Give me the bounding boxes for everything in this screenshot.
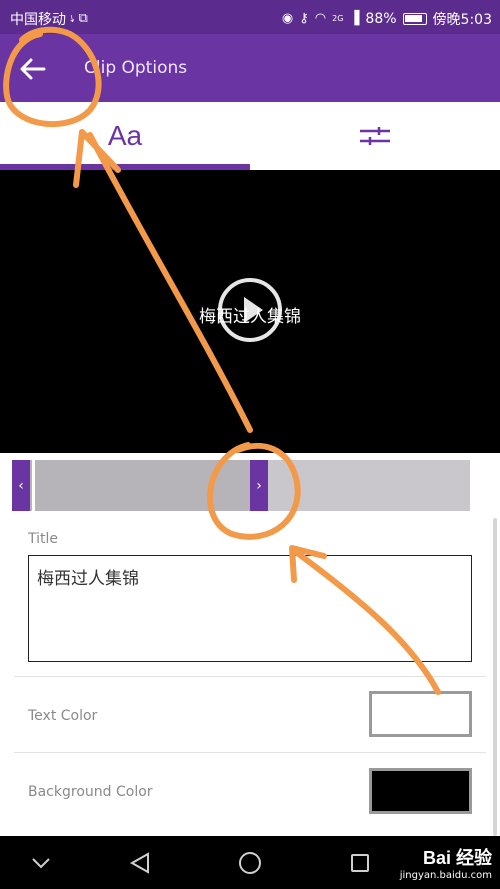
background-color-label: Background Color [28, 784, 153, 800]
sliders-icon [360, 127, 390, 145]
clock: 傍晚5:03 [432, 12, 492, 28]
clip-options-panel: Title 梅西过人集锦 Text Color Background Color [0, 518, 500, 836]
status-left: 中国移动 ⭏ ⧉ [10, 9, 88, 29]
tab-bar: Aa [0, 102, 500, 170]
back-button[interactable] [20, 54, 60, 84]
wifi-icon: ◠ [314, 11, 327, 26]
app-bar: Clip Options [0, 34, 500, 102]
title-input[interactable]: 梅西过人集锦 [28, 555, 472, 662]
chevron-right-icon: › [256, 477, 262, 494]
system-nav-bar: Bai 经验 jingyan.baidu.com [0, 836, 500, 889]
video-preview[interactable]: 梅西过人集锦 [0, 170, 500, 453]
signal-icon: ▐ [349, 11, 360, 26]
trim-handle-right[interactable]: › [250, 460, 268, 511]
status-right: ◉ ⚷ ◠ 2G ▐ 88% 傍晚5:03 [282, 9, 492, 29]
carrier-text: 中国移动 [10, 12, 66, 28]
timeline-trim-bar[interactable]: ‹ › [12, 460, 470, 511]
title-label: Title [28, 531, 59, 547]
nav-recent-button[interactable] [345, 848, 375, 878]
text-color-label: Text Color [28, 708, 98, 724]
page-title: Clip Options [84, 58, 188, 78]
watermark-url: jingyan.baidu.com [399, 870, 492, 881]
chevron-down-icon [32, 858, 50, 869]
timeline-unselected-region [268, 460, 470, 511]
text-color-swatch[interactable] [369, 691, 472, 737]
key-icon: ⚷ [299, 11, 309, 26]
arrow-left-icon [20, 58, 46, 80]
nav-back-button[interactable] [125, 848, 155, 878]
recent-square-icon [351, 854, 369, 872]
play-button[interactable] [218, 278, 282, 342]
background-color-swatch[interactable] [369, 768, 472, 814]
playhead[interactable] [32, 460, 35, 511]
nav-home-button[interactable] [235, 848, 265, 878]
baidu-watermark: Bai 经验 jingyan.baidu.com [400, 844, 492, 881]
watermark-logo: Bai 经验 [422, 848, 492, 868]
activity-icon: ⭏ [70, 11, 75, 26]
eye-icon: ◉ [281, 11, 294, 26]
play-icon [244, 297, 263, 323]
tab-text-style[interactable]: Aa [0, 102, 250, 170]
chevron-left-icon: ‹ [18, 477, 24, 494]
battery-percent: 88% [365, 11, 397, 27]
divider [14, 752, 486, 753]
status-bar: 中国移动 ⭏ ⧉ ◉ ⚷ ◠ 2G ▐ 88% 傍晚5:03 [0, 0, 500, 34]
tab-text-style-label: Aa [107, 120, 143, 151]
trim-handle-left[interactable]: ‹ [12, 460, 30, 511]
network-type: 2G [332, 14, 344, 23]
home-circle-icon [239, 852, 261, 874]
back-triangle-icon [129, 852, 149, 874]
divider [14, 676, 486, 677]
battery-icon [402, 13, 427, 25]
hide-nav-button[interactable] [26, 848, 56, 878]
scrollbar[interactable] [493, 518, 497, 836]
sync-icon: ⧉ [78, 11, 88, 26]
tab-adjustments[interactable] [250, 102, 500, 170]
